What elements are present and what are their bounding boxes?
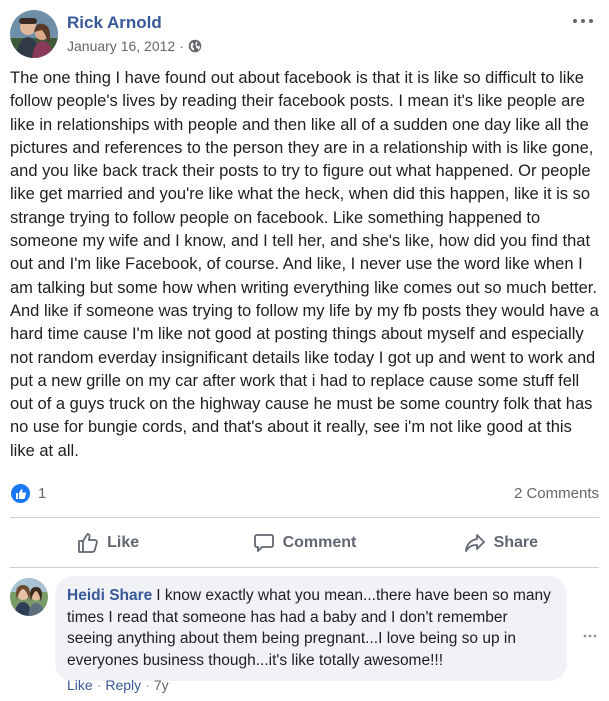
post-date[interactable]: January 16, 2012 bbox=[67, 38, 175, 54]
comment-button[interactable]: Comment bbox=[206, 521, 402, 565]
globe-icon[interactable] bbox=[188, 39, 202, 53]
comment-bubble: Heidi Share I know exactly what you mean.… bbox=[55, 576, 567, 681]
reaction-count[interactable]: 1 bbox=[38, 485, 46, 502]
post-meta: January 16, 2012 · bbox=[67, 38, 202, 54]
reactions-summary: 1 2 Comments bbox=[10, 481, 599, 507]
comment-like-link[interactable]: Like bbox=[67, 677, 93, 693]
like-reaction-icon[interactable] bbox=[10, 483, 31, 504]
comment-action-separator: · bbox=[96, 677, 102, 693]
comment-action-separator: · bbox=[145, 677, 150, 693]
author-avatar[interactable] bbox=[10, 10, 58, 58]
share-button-label: Share bbox=[493, 534, 539, 551]
comment-reply-link[interactable]: Reply bbox=[105, 677, 141, 693]
thumbs-up-icon bbox=[78, 533, 98, 553]
comment-bubble-icon bbox=[253, 534, 274, 552]
comment-actions: Like · Reply · 7y bbox=[67, 677, 169, 693]
commenter-avatar[interactable] bbox=[10, 578, 48, 616]
comment-timestamp[interactable]: 7y bbox=[154, 677, 169, 693]
post-text: The one thing I have found out about fac… bbox=[10, 69, 599, 460]
post-author-name[interactable]: Rick Arnold bbox=[67, 13, 162, 33]
meta-separator: · bbox=[179, 38, 184, 54]
post-header: Rick Arnold January 16, 2012 · bbox=[10, 10, 599, 60]
comment-button-label: Comment bbox=[282, 534, 357, 551]
commenter-name[interactable]: Heidi Share bbox=[67, 587, 152, 604]
share-button[interactable]: Share bbox=[403, 521, 599, 565]
comments-count-link[interactable]: 2 Comments bbox=[514, 485, 599, 502]
comment-options-icon[interactable] bbox=[582, 626, 598, 638]
post-options-icon[interactable] bbox=[571, 14, 595, 28]
like-button-label: Like bbox=[107, 534, 140, 551]
share-arrow-icon bbox=[464, 534, 485, 552]
like-button[interactable]: Like bbox=[10, 521, 206, 565]
divider-bottom bbox=[10, 567, 599, 568]
post-actions: Like Comment Share bbox=[10, 521, 599, 565]
divider-top bbox=[10, 517, 599, 518]
